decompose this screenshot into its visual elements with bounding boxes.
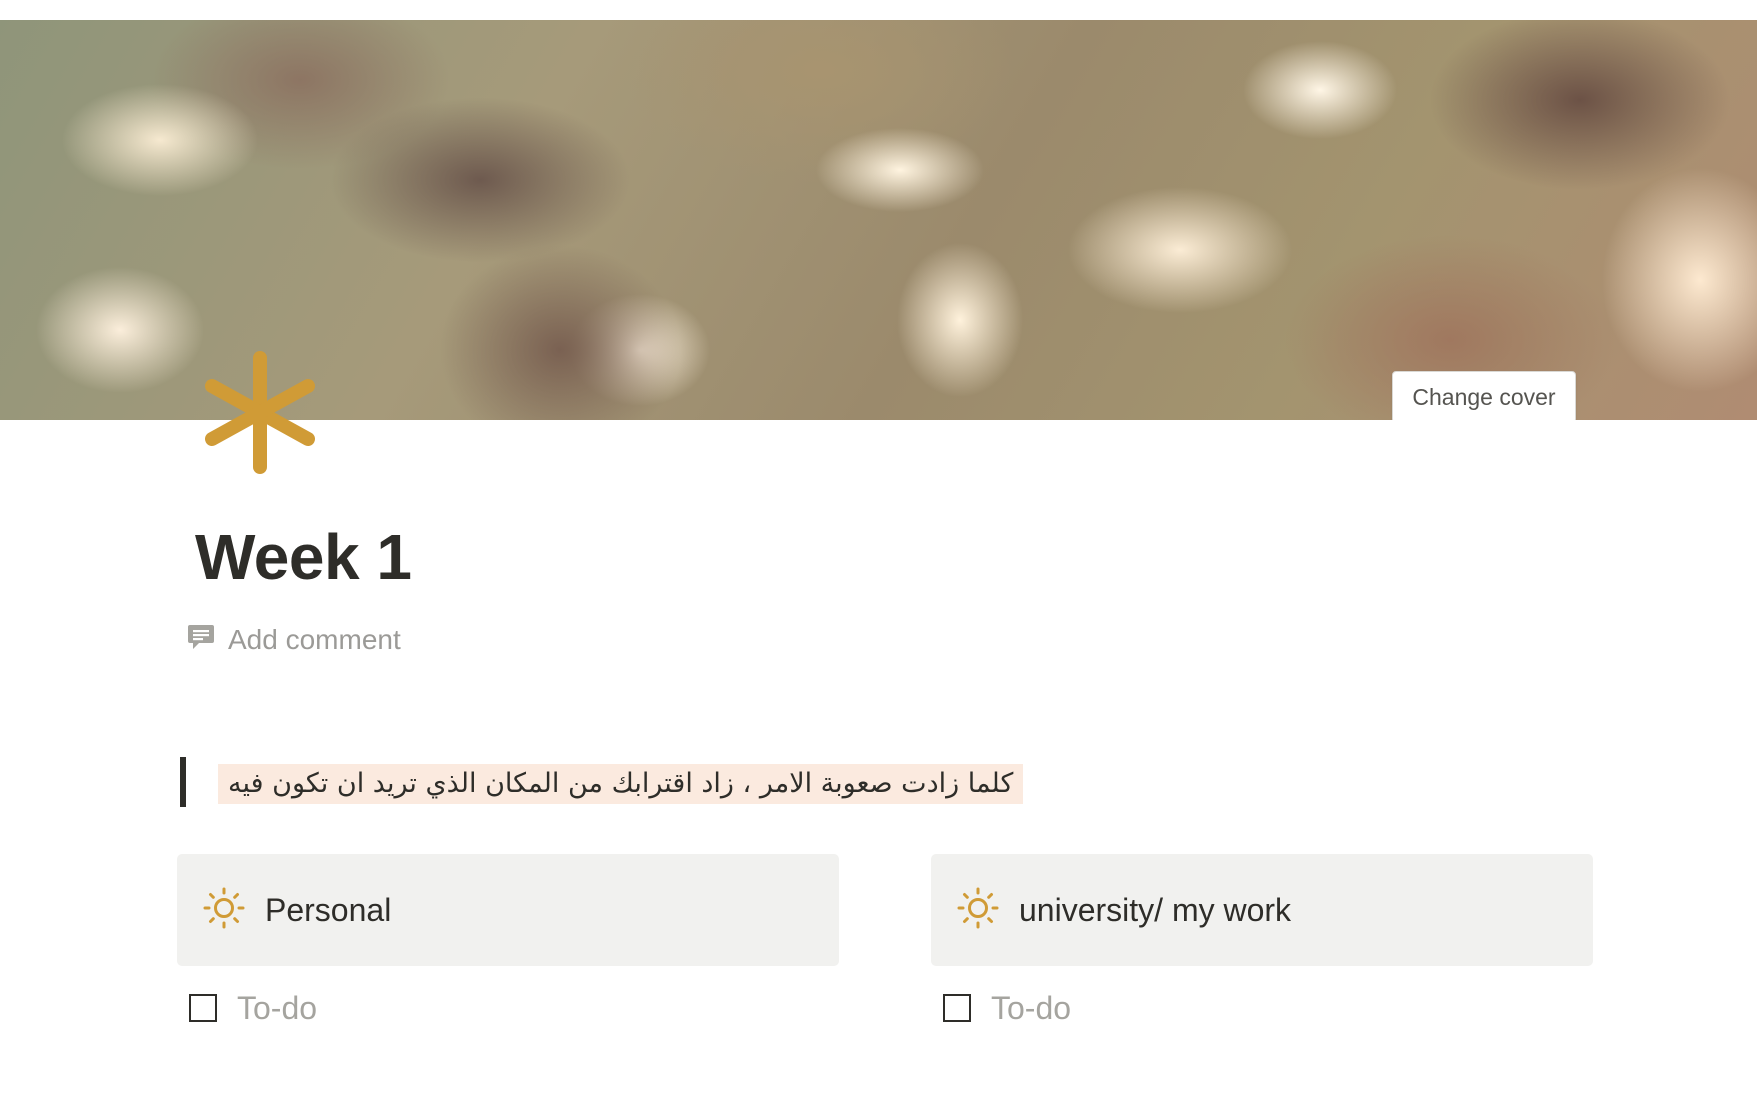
- quote-text[interactable]: كلما زادت صعوبة الامر ، زاد اقترابك من ا…: [218, 764, 1024, 804]
- todo-placeholder[interactable]: To-do: [991, 990, 1071, 1027]
- todo-item[interactable]: To-do: [177, 988, 839, 1028]
- page-title[interactable]: Week 1: [195, 525, 412, 589]
- callout-university-work[interactable]: university/ my work: [931, 854, 1593, 966]
- column-university-work: university/ my work To-do: [931, 854, 1593, 1028]
- todo-placeholder[interactable]: To-do: [237, 990, 317, 1027]
- notion-page: Change cover Week 1 Add comment كلما زاد…: [0, 0, 1757, 1104]
- add-comment-label: Add comment: [228, 624, 401, 655]
- todo-checkbox[interactable]: [189, 994, 217, 1022]
- quote-bar: [180, 757, 186, 807]
- callout-label: Personal: [265, 891, 392, 928]
- callout-personal[interactable]: Personal: [177, 854, 839, 966]
- add-comment-button[interactable]: Add comment: [186, 620, 401, 660]
- quote-block[interactable]: كلما زادت صعوبة الامر ، زاد اقترابك من ا…: [180, 757, 1080, 807]
- sun-icon: [957, 887, 999, 934]
- todo-checkbox[interactable]: [943, 994, 971, 1022]
- top-bar: [0, 0, 1757, 21]
- todo-item[interactable]: To-do: [931, 988, 1593, 1028]
- asterisk-icon[interactable]: [200, 350, 320, 475]
- comment-icon: [186, 622, 216, 659]
- column-personal: Personal To-do: [177, 854, 839, 1028]
- change-cover-button[interactable]: Change cover: [1392, 371, 1576, 420]
- sun-icon: [203, 887, 245, 934]
- callout-label: university/ my work: [1019, 891, 1292, 928]
